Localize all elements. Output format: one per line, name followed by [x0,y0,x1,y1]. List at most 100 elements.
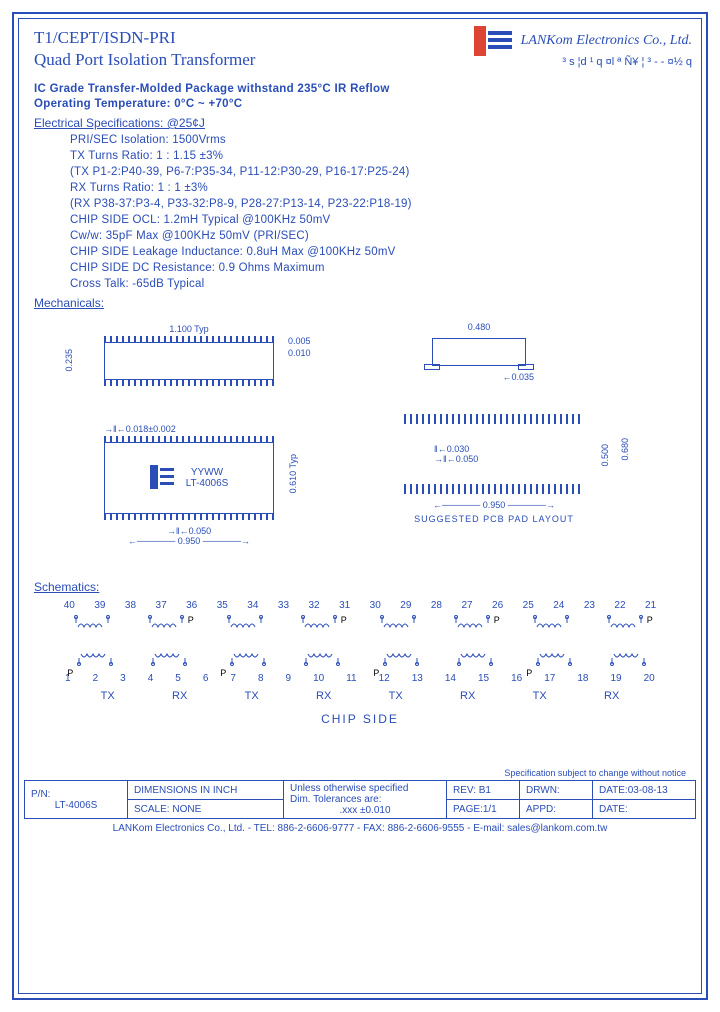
topview: 1.100 Typ [104,324,274,386]
tb-tol3: .xxx ±0.010 [290,805,440,816]
pin-18: 18 [577,673,588,684]
title-line1: T1/CEPT/ISDN-PRI [34,28,255,48]
pin-13: 13 [412,673,423,684]
title-block: T1/CEPT/ISDN-PRI Quad Port Isolation Tra… [24,24,255,80]
header: T1/CEPT/ISDN-PRI Quad Port Isolation Tra… [24,24,696,80]
chipside-label: CHIP SIDE [24,712,696,726]
dim-0030: ‖←0.030 [434,444,584,454]
dim-0005: 0.005 [288,336,311,346]
pin-2: 2 [93,673,99,684]
pin-15: 15 [478,673,489,684]
tb-drwn: DRWN: [520,781,593,800]
schem-label-7: RX [604,690,619,702]
pin-14: 14 [445,673,456,684]
chip-yyww: YYWW [186,467,229,478]
schem-xfmr-top: PPPP [24,615,696,640]
company-block: LANKom Electronics Co., Ltd. ³ s ¦d ¹ q … [474,24,696,68]
logo-on-chip-icon [150,465,176,492]
spec-rx-ratio: RX Turns Ratio: 1 : 1 ±3% [70,182,696,194]
pin-29: 29 [400,600,411,611]
dim-0950b: ←────── 0.950 ──────→ [404,500,584,510]
tb-pn-value: LT-4006S [31,800,121,811]
tb-dim: DIMENSIONS IN INCH [128,781,284,800]
dim-0050a: →‖←0.050 [104,526,274,536]
pin-4: 4 [148,673,154,684]
pin-21: 21 [645,600,656,611]
pin-39: 39 [94,600,105,611]
pin-19: 19 [610,673,621,684]
pin-36: 36 [186,600,197,611]
change-notice: Specification subject to change without … [24,768,686,778]
tb-scale: SCALE: NONE [128,800,284,819]
mechanical-drawings: 1.100 Typ 0.235 0.005 0.010 0.480 ←0.035 [24,314,696,574]
tb-date2: DATE: [593,800,696,819]
tb-rev: REV: B1 [447,781,520,800]
pin-22: 22 [614,600,625,611]
xfmr-bot-2: P [215,644,275,669]
schem-xfmr-bot: PPPP [24,644,696,669]
pins-bot [104,380,274,386]
xfmr-top-7: P [598,615,658,640]
title-block-table: P/N: LT-4006S DIMENSIONS IN INCH Unless … [24,780,696,819]
dim-0235: 0.235 [64,349,74,372]
dim-0010: 0.010 [288,348,311,358]
pin-8: 8 [258,673,264,684]
tb-appd: APPD: [520,800,593,819]
pin-20: 20 [644,673,655,684]
schem-label-4: TX [389,690,403,702]
pad-row-top [404,414,584,424]
spec-iso: PRI/SEC Isolation: 1500Vrms [70,134,696,146]
schem-bot-pins: 1234567891011121314151617181920 [24,673,696,684]
schem-labels-row: TXRXTXRXTXRXTXRX [24,690,696,702]
grade-line1: IC Grade Transfer-Molded Package withsta… [34,83,696,95]
dim-0050b: →‖←0.050 [434,454,584,464]
xfmr-bot-3 [292,644,352,669]
content-area: T1/CEPT/ISDN-PRI Quad Port Isolation Tra… [24,24,696,988]
xfmr-bot-1 [139,644,199,669]
tb-date1: DATE:03-08-13 [593,781,696,800]
tb-pn-label: P/N: [31,789,121,800]
pin-9: 9 [286,673,292,684]
pin-16: 16 [511,673,522,684]
company-subtitle: ³ s ¦d ¹ q ¤l ª Ñ¥ ¦ ³ - - ¤½ q [474,56,692,68]
sideview: 0.480 ←0.035 [424,322,534,382]
schem-header-text: Schematics: [34,580,99,594]
datasheet-page: T1/CEPT/ISDN-PRI Quad Port Isolation Tra… [0,0,720,1012]
pin-34: 34 [247,600,258,611]
tb-tol2: Dim. Tolerances are: [290,794,440,805]
xfmr-bot-6: P [521,644,581,669]
spec-ocl: CHIP SIDE OCL: 1.2mH Typical @100KHz 50m… [70,214,696,226]
spec-tx-pins: (TX P1-2:P40-39, P6-7:P35-34, P11-12:P30… [70,166,696,178]
title-line2: Quad Port Isolation Transformer [34,50,255,70]
spec-dcr: CHIP SIDE DC Resistance: 0.9 Ohms Maximu… [70,262,696,274]
pin-7: 7 [230,673,236,684]
mech-header: Mechanicals: [34,296,696,310]
tb-pn: P/N: LT-4006S [25,781,128,819]
pin-10: 10 [313,673,324,684]
side-body [432,338,526,366]
markingview: →‖←0.018±0.002 YYWW LT-4006S →‖←0.050 ←─… [104,424,274,546]
side-foot-l [424,364,440,370]
xfmr-top-1: P [139,615,199,640]
pin-38: 38 [125,600,136,611]
pin-35: 35 [217,600,228,611]
pin-31: 31 [339,600,350,611]
pin-30: 30 [370,600,381,611]
dim-0500: 0.500 [600,444,610,467]
grade-line2: Operating Temperature: 0°C ~ +70°C [34,98,696,110]
xfmr-bot-7 [598,644,658,669]
schem-label-5: RX [460,690,475,702]
pin-24: 24 [553,600,564,611]
pin-37: 37 [156,600,167,611]
pin-3: 3 [120,673,126,684]
xfmr-top-6 [521,615,581,640]
company-logo-icon [474,26,514,56]
xfmr-bot-0: P [62,644,122,669]
dim-0018: →‖←0.018±0.002 [104,424,274,434]
chip-partno: LT-4006S [186,478,229,489]
xfmr-bot-5 [445,644,505,669]
elec-header-text: Electrical Specifications: @25¢J [34,116,205,130]
pin-26: 26 [492,600,503,611]
pin-32: 32 [308,600,319,611]
schem-label-0: TX [101,690,115,702]
